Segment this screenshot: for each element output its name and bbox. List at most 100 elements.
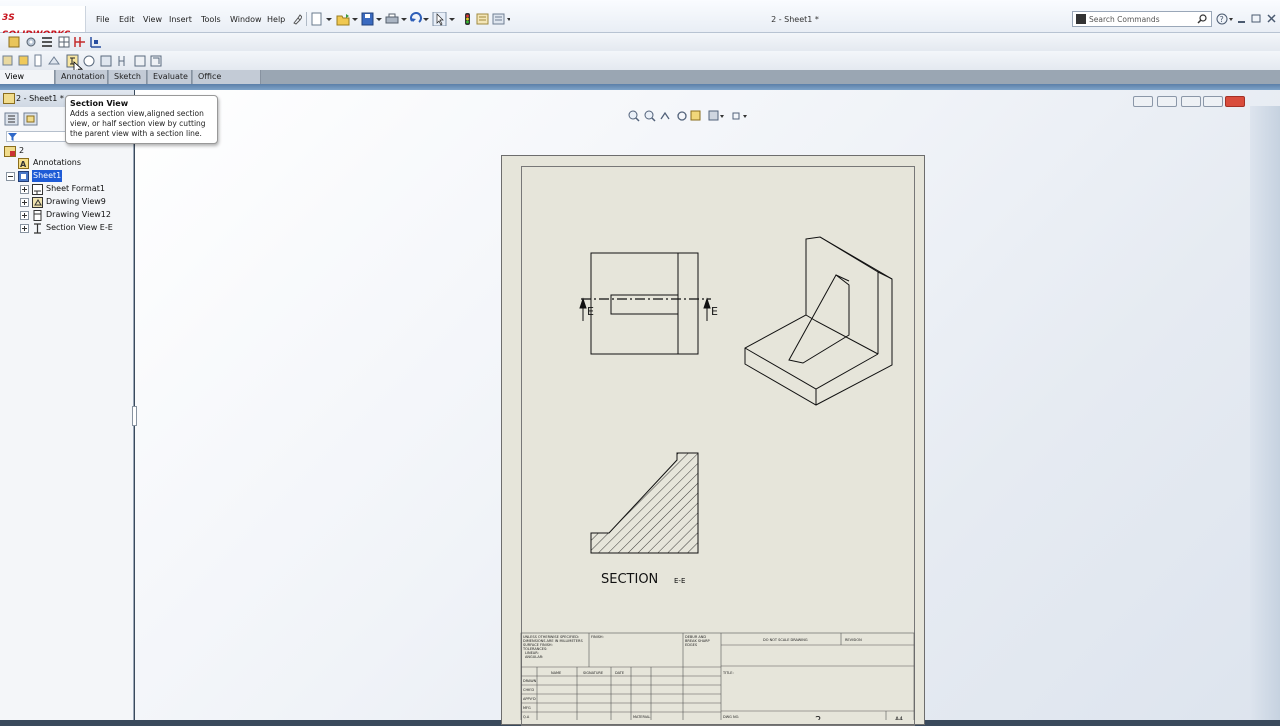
tree-item-annotations[interactable]: A Annotations: [4, 157, 134, 170]
tree-item-label: Sheet Format1: [46, 184, 105, 193]
tree-item-label: Annotations: [33, 158, 82, 167]
title-block-row-drawn: DRAWN: [523, 679, 537, 683]
tree-root[interactable]: 2: [4, 145, 134, 157]
search-commands-box[interactable]: Search Commands: [1072, 11, 1212, 27]
task-pane-edge: [1250, 106, 1280, 720]
zoom-to-fit-icon: [628, 110, 640, 122]
tooltip-description: Adds a section view,aligned section view…: [70, 109, 206, 138]
command-prompt-icon: [1076, 14, 1086, 24]
quick-access-toolbar: [310, 11, 511, 27]
tab-view-layout[interactable]: View Layout: [0, 70, 55, 95]
section-view-tree-icon: [34, 223, 41, 234]
collapse-icon[interactable]: [6, 172, 15, 181]
search-input[interactable]: Search Commands: [1089, 12, 1160, 27]
tab-evaluate[interactable]: Evaluate: [148, 70, 192, 84]
menu-view[interactable]: View: [143, 13, 162, 27]
title-block-dwg-no: 2: [815, 715, 821, 720]
tree-item-drawing-view12[interactable]: Drawing View12: [4, 209, 134, 222]
drawing-view-icon: [33, 210, 42, 221]
title-block-sheet-size: A4: [895, 716, 903, 720]
line-weight-icon: [42, 37, 52, 47]
traffic-light-icon: [465, 13, 470, 25]
solidworks-logo[interactable]: 3S SOLIDWORKS: [0, 10, 84, 40]
document-title: 2 - Sheet1 *: [771, 15, 819, 24]
tab-sketch[interactable]: Sketch: [109, 70, 147, 84]
rebuild-icon: [8, 36, 20, 48]
save-icon: [361, 12, 374, 26]
property-manager-tab-icon: [23, 112, 38, 126]
tab-office-products[interactable]: Office Products: [193, 70, 261, 95]
tab-annotation[interactable]: Annotation: [56, 70, 108, 84]
expand-icon[interactable]: [20, 211, 29, 220]
crop-view-icon: [134, 55, 146, 67]
title-block-row-checked: CHK'D: [523, 688, 534, 692]
alternate-position-icon: [150, 55, 162, 67]
menu-window[interactable]: Window: [230, 13, 262, 27]
drawing-root-icon: [4, 146, 16, 157]
svg-text:A: A: [20, 160, 27, 169]
annotations-folder-icon: A: [18, 158, 29, 169]
pin-icon[interactable]: [292, 13, 303, 25]
section-view-heads-up-icon: [690, 110, 701, 121]
layer-icon: [74, 37, 85, 47]
close-document-button[interactable]: [1225, 96, 1245, 107]
menu-insert[interactable]: Insert: [169, 13, 192, 27]
title-block-row-mfg: MFG: [523, 706, 531, 710]
open-folder-icon: [336, 14, 350, 26]
feature-tree-tab-icon: [4, 112, 19, 126]
search-icon[interactable]: [1197, 14, 1207, 24]
maximize-document-button[interactable]: [1203, 96, 1223, 107]
snap-icon: [90, 37, 101, 48]
title-bar: 3S SOLIDWORKS File Edit View Insert Tool…: [0, 0, 1280, 40]
close-app-icon: [1267, 14, 1276, 23]
tree-item-label: Section View E-E: [46, 223, 113, 232]
tile-horizontal-button[interactable]: [1133, 96, 1153, 107]
panel-splitter-handle[interactable]: [132, 406, 137, 426]
tree-item-label: Drawing View12: [46, 210, 111, 219]
filter-icon: [8, 133, 17, 141]
rotate-view-icon: [677, 111, 687, 121]
tree-root-label: 2: [19, 146, 25, 155]
feature-manager-tabs: [4, 112, 44, 126]
feature-manager-panel: 2 - Sheet1 * 2 A Annotations Sheet1 Shee…: [0, 90, 137, 720]
menu-tools[interactable]: Tools: [201, 13, 221, 27]
title-block-title: TITLE:: [722, 671, 734, 675]
window-controls-area: ?: [1216, 12, 1280, 26]
menu-edit[interactable]: Edit: [119, 13, 135, 27]
menu-file[interactable]: File: [96, 13, 109, 27]
title-block-unless-text: UNLESS OTHERWISE SPECIFIED: DIMENSIONS A…: [522, 635, 584, 659]
expand-icon[interactable]: [20, 198, 29, 207]
restore-app-icon: [1251, 14, 1261, 23]
display-style-icon: [708, 110, 719, 121]
drawing-view-front[interactable]: [579, 252, 711, 355]
tree-item-section-view-e-e[interactable]: Section View E-E: [4, 222, 134, 235]
projected-view-icon: [18, 55, 29, 66]
minimize-document-button[interactable]: [1181, 96, 1201, 107]
standard-3view-icon: [48, 56, 60, 65]
select-icon: [432, 11, 447, 27]
menu-help[interactable]: Help: [267, 13, 285, 27]
title-block-finish: FINISH:: [591, 635, 604, 639]
tile-vertical-button[interactable]: [1157, 96, 1177, 107]
tree-item-sheet1[interactable]: Sheet1: [4, 170, 134, 183]
tree-item-label: Sheet1: [32, 170, 63, 182]
expand-icon[interactable]: [20, 185, 29, 194]
view-layout-toolbar: [0, 51, 1280, 75]
tree-item-drawing-view9[interactable]: Drawing View9: [4, 196, 134, 209]
section-suffix: E-E: [674, 577, 685, 585]
drawing-view-section[interactable]: [590, 452, 699, 554]
model-view-icon: [2, 55, 13, 66]
title-block-col-name: NAME: [551, 671, 561, 675]
title-block-material: MATERIAL: [633, 715, 650, 719]
expand-icon[interactable]: [20, 224, 29, 233]
options-icon: [492, 13, 505, 25]
section-label: SECTION: [601, 572, 658, 587]
svg-text:?: ?: [1220, 15, 1224, 24]
section-view-tooltip: Section View Adds a section view,aligned…: [65, 95, 218, 144]
tree-item-sheet-format1[interactable]: Sheet Format1: [4, 183, 134, 196]
title-block[interactable]: [520, 632, 915, 720]
drawing-view-isometric[interactable]: [744, 236, 893, 406]
break-view-icon: [118, 56, 125, 66]
document-window-controls: [1133, 93, 1248, 107]
title-block-col-date: DATE: [615, 671, 624, 675]
